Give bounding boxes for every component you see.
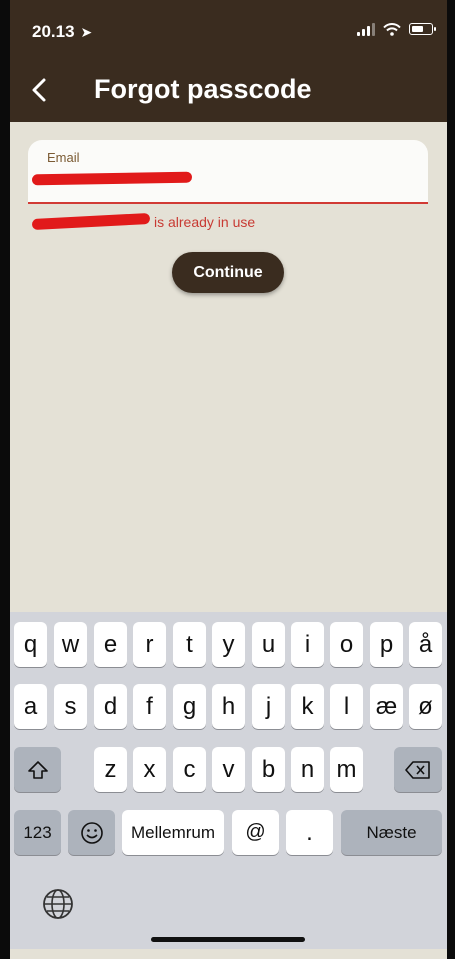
- key-n[interactable]: n: [291, 747, 324, 792]
- emoji-icon: [80, 821, 103, 844]
- email-error-message: is already in use: [154, 214, 255, 230]
- status-time-text: 20.13: [32, 22, 75, 41]
- page-title: Forgot passcode: [94, 74, 312, 104]
- key-r[interactable]: r: [133, 622, 166, 667]
- home-indicator: [151, 937, 305, 942]
- key-k[interactable]: k: [291, 684, 324, 729]
- key-j[interactable]: j: [252, 684, 285, 729]
- backspace-key[interactable]: [394, 747, 442, 792]
- key-x[interactable]: x: [133, 747, 166, 792]
- email-field[interactable]: Email: [28, 140, 428, 204]
- key-f[interactable]: f: [133, 684, 166, 729]
- continue-button[interactable]: Continue: [172, 252, 284, 293]
- email-label: Email: [47, 150, 80, 165]
- space-key[interactable]: Mellemrum: [122, 810, 224, 855]
- redaction-mark: [31, 212, 151, 231]
- key-m[interactable]: m: [330, 747, 363, 792]
- globe-icon[interactable]: [41, 887, 75, 921]
- period-key[interactable]: .: [286, 810, 333, 855]
- key-w[interactable]: w: [54, 622, 87, 667]
- key-d[interactable]: d: [94, 684, 127, 729]
- key-e[interactable]: e: [94, 622, 127, 667]
- redaction-mark: [31, 171, 193, 186]
- email-error-text: is already in use: [154, 214, 256, 230]
- shift-arrow-icon: [27, 760, 48, 779]
- key-u[interactable]: u: [252, 622, 285, 667]
- next-key[interactable]: Næste: [341, 810, 442, 855]
- key-y[interactable]: y: [212, 622, 245, 667]
- header: 20.13 ➤ Forgot passcode: [10, 0, 447, 122]
- key-q[interactable]: q: [14, 622, 47, 667]
- location-arrow-icon: ➤: [80, 24, 93, 40]
- key-l[interactable]: l: [330, 684, 363, 729]
- back-chevron-icon[interactable]: [24, 72, 54, 108]
- status-icons: [357, 22, 436, 36]
- at-key[interactable]: @: [232, 810, 279, 855]
- key-a[interactable]: a: [14, 684, 47, 729]
- key-oslash[interactable]: ø: [409, 684, 442, 729]
- emoji-key[interactable]: [68, 810, 115, 855]
- key-h[interactable]: h: [212, 684, 245, 729]
- key-c[interactable]: c: [173, 747, 206, 792]
- battery-icon: [409, 23, 436, 35]
- numbers-key[interactable]: 123: [14, 810, 61, 855]
- key-i[interactable]: i: [291, 622, 324, 667]
- app-screen: 20.13 ➤ Forgot passcode Email is already…: [10, 0, 447, 959]
- key-z[interactable]: z: [94, 747, 127, 792]
- key-g[interactable]: g: [173, 684, 206, 729]
- key-t[interactable]: t: [173, 622, 206, 667]
- key-v[interactable]: v: [212, 747, 245, 792]
- key-o[interactable]: o: [330, 622, 363, 667]
- backspace-icon: [405, 760, 430, 779]
- key-p[interactable]: p: [370, 622, 403, 667]
- key-ae[interactable]: æ: [370, 684, 403, 729]
- status-time: 20.13 ➤: [32, 22, 92, 42]
- key-s[interactable]: s: [54, 684, 87, 729]
- cellular-signal-icon: [357, 22, 375, 36]
- key-aring[interactable]: å: [409, 622, 442, 667]
- wifi-icon: [383, 22, 401, 36]
- shift-key[interactable]: [14, 747, 61, 792]
- key-b[interactable]: b: [252, 747, 285, 792]
- on-screen-keyboard: q w e r t y u i o p å a s d f g h j k l …: [10, 612, 447, 949]
